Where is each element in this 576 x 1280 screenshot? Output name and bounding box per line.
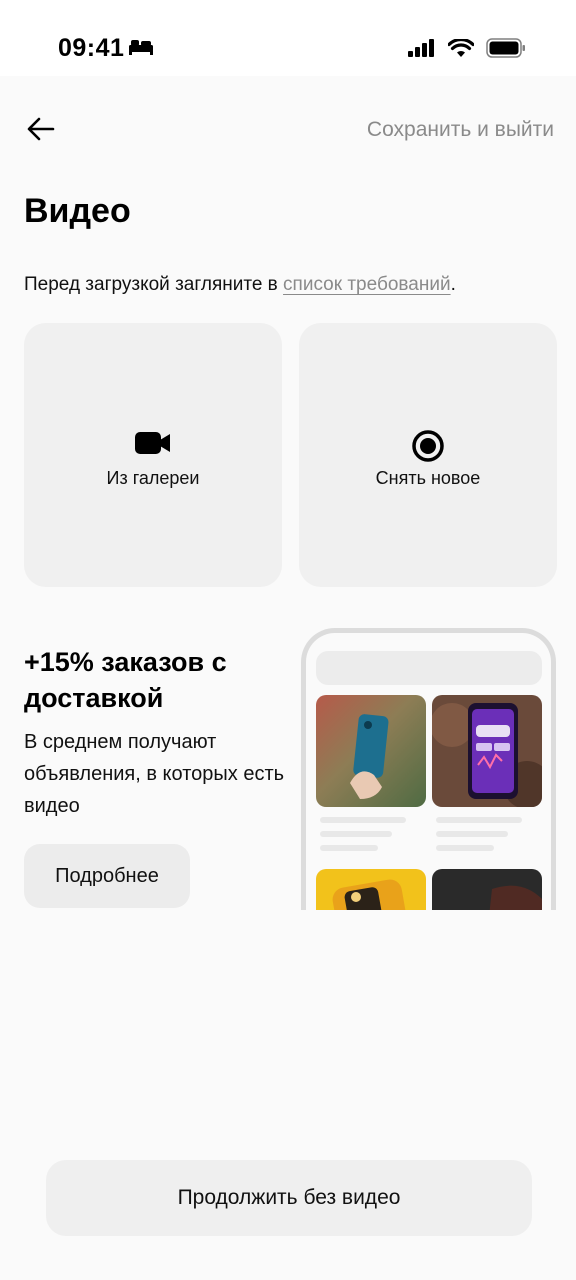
record-new-label: Снять новое	[375, 468, 481, 488]
cellular-signal-icon	[408, 39, 436, 62]
mock-product-image-yellow-phone	[316, 869, 426, 910]
mock-skeleton-line	[320, 831, 392, 837]
mock-product-image-blue-phone	[316, 695, 426, 807]
mock-product-image-dark-phone	[432, 869, 542, 910]
requirements-link[interactable]: список требований	[283, 274, 451, 295]
status-bar: 09:41	[0, 0, 576, 76]
record-new-tile[interactable]: Снять новое	[299, 323, 557, 587]
more-info-button[interactable]: Подробнее	[24, 844, 190, 908]
requirements-prefix: Перед загрузкой загляните в	[24, 274, 284, 295]
mock-skeleton-line	[320, 817, 406, 823]
continue-without-video-button[interactable]: Продолжить без видео	[46, 1160, 532, 1236]
mock-skeleton-line	[436, 831, 508, 837]
promo-text: В среднем получают объявления, в которых…	[24, 731, 285, 817]
from-gallery-label: Из галереи	[106, 468, 200, 488]
video-camera-icon	[135, 431, 171, 460]
phone-mockup-illustration	[301, 628, 556, 910]
back-button[interactable]	[22, 112, 60, 150]
mock-skeleton-line	[436, 817, 522, 823]
status-icons	[408, 37, 526, 63]
from-gallery-tile[interactable]: Из галереи	[24, 323, 282, 587]
record-icon	[411, 429, 445, 468]
promo-title: +15% заказов с доставкой	[24, 647, 227, 713]
wifi-icon	[447, 37, 475, 63]
status-time: 09:41	[58, 34, 125, 62]
sleep-mode-icon	[128, 38, 154, 61]
arrow-left-icon	[27, 117, 55, 146]
battery-icon	[486, 38, 526, 63]
mock-search-bar	[316, 651, 542, 685]
page-title: Видео	[24, 192, 131, 230]
mock-skeleton-line	[320, 845, 378, 851]
requirements-suffix: .	[450, 274, 456, 295]
save-and-exit-link[interactable]: Сохранить и выйти	[367, 118, 554, 142]
mock-skeleton-line	[436, 845, 494, 851]
requirements-text: Перед загрузкой загляните в список требо…	[24, 274, 456, 296]
mock-product-image-purple-phone	[432, 695, 542, 807]
